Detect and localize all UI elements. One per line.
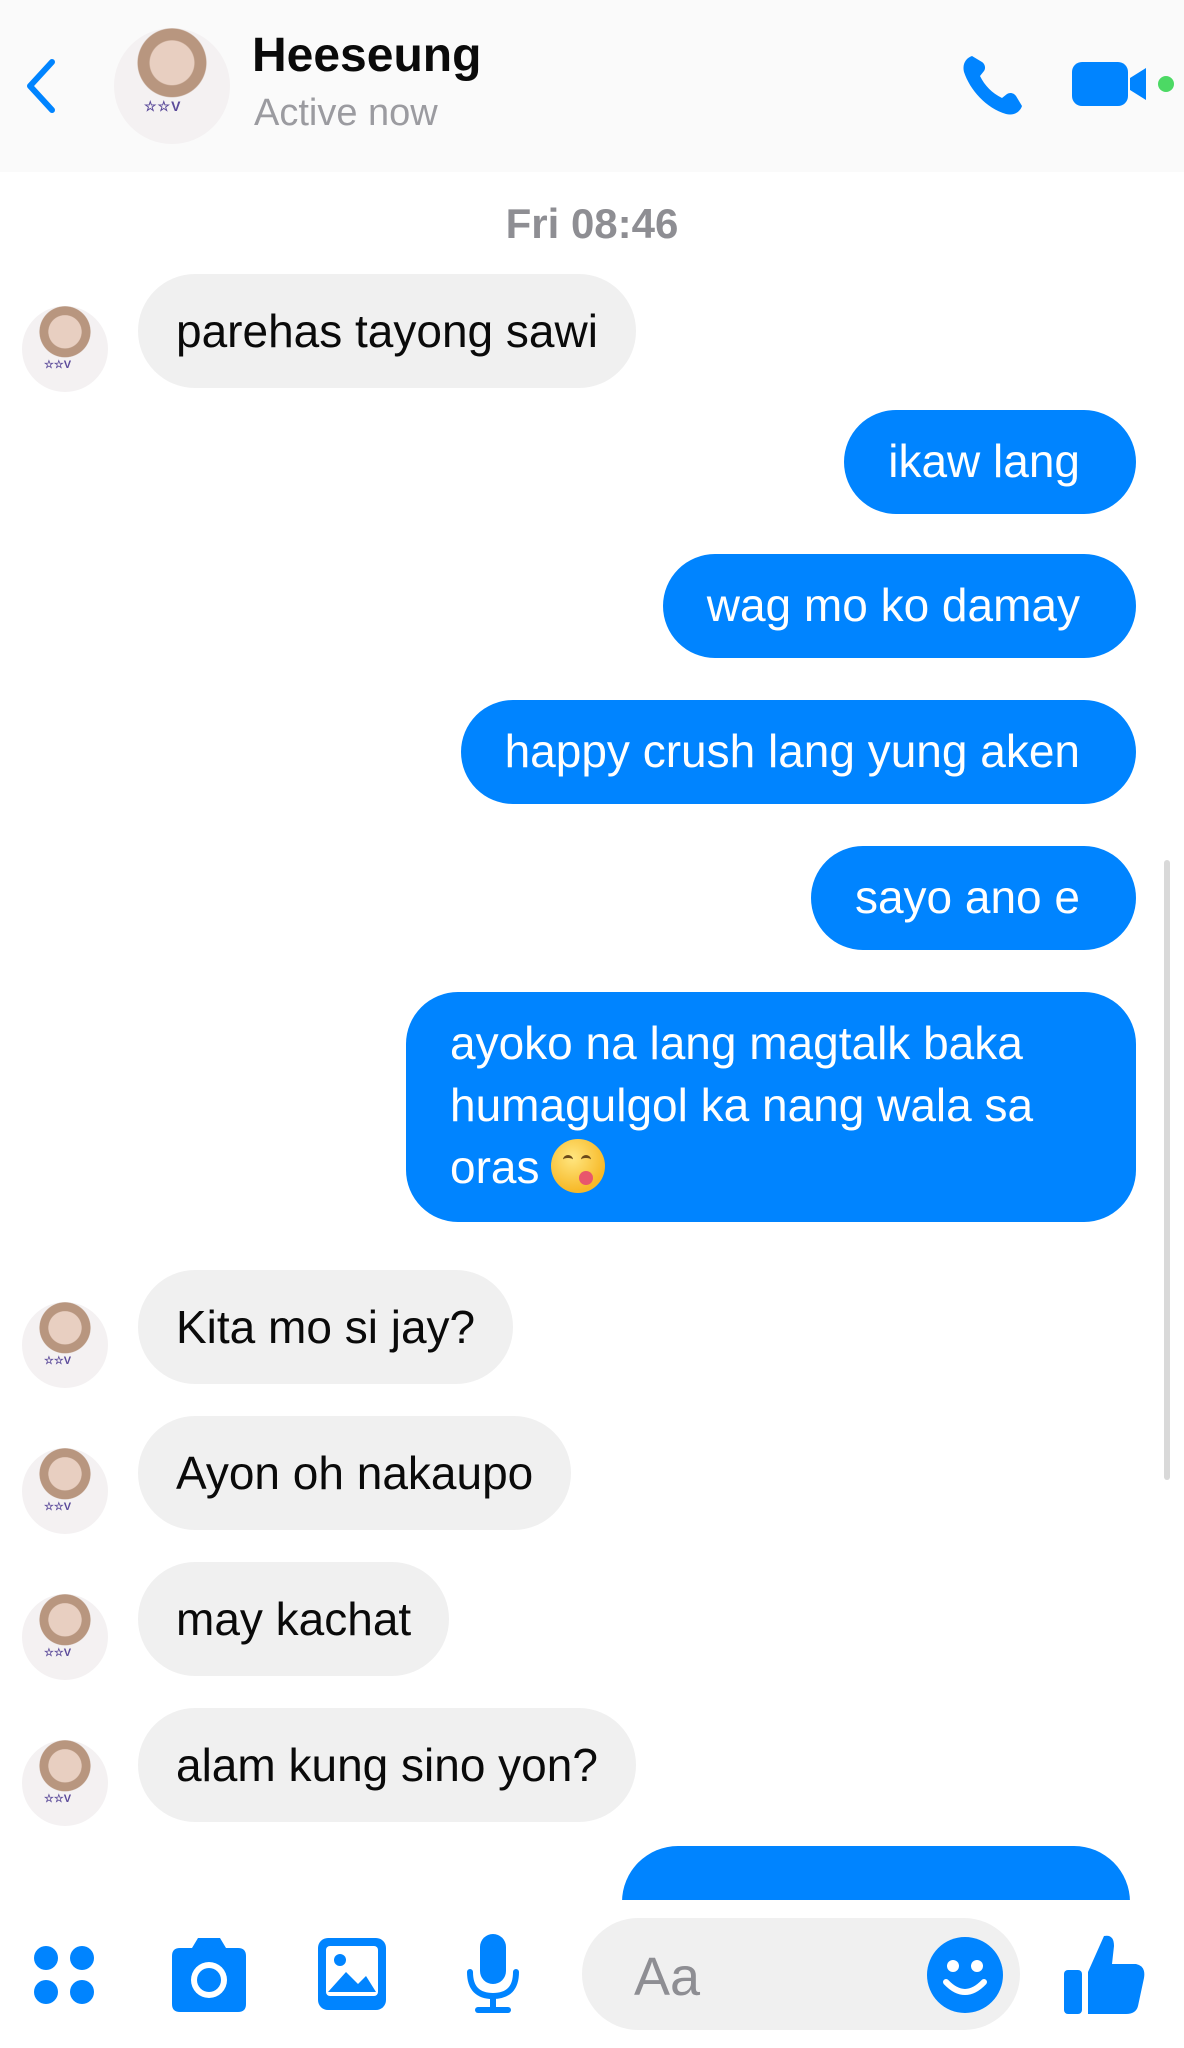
scrollbar[interactable]: [1164, 860, 1170, 1480]
incoming-message[interactable]: Kita mo si jay?: [138, 1270, 514, 1384]
sender-avatar[interactable]: ☆☆V: [22, 1302, 108, 1388]
smiley-icon[interactable]: [924, 1934, 1006, 2016]
sender-avatar[interactable]: ☆☆V: [22, 1594, 108, 1680]
four-dots-icon[interactable]: [30, 1928, 102, 2018]
message-input-placeholder: Aa: [634, 1947, 701, 2007]
outgoing-message[interactable]: happy crush lang yung aken: [460, 700, 1136, 804]
face-savoring-food-emoji: [551, 1139, 606, 1193]
message-composer: Aa: [0, 1900, 1184, 2048]
phone-icon[interactable]: [958, 50, 1028, 120]
contact-avatar[interactable]: ☆☆V: [114, 28, 230, 144]
contact-name[interactable]: Heeseung: [252, 28, 481, 83]
microphone-icon[interactable]: [458, 1928, 528, 2018]
incoming-message[interactable]: Ayon oh nakaupo: [138, 1416, 572, 1530]
sender-avatar[interactable]: ☆☆V: [22, 1740, 108, 1826]
incoming-message[interactable]: alam kung sino yon?: [138, 1708, 636, 1822]
outgoing-message[interactable]: ayoko na lang magtalk baka humagulgol ka…: [406, 992, 1136, 1222]
chevron-left-icon[interactable]: [22, 56, 62, 116]
sender-avatar[interactable]: ☆☆V: [22, 306, 108, 392]
message-input[interactable]: Aa: [582, 1918, 1020, 2030]
contact-status: Active now: [254, 92, 438, 134]
outgoing-message[interactable]: sayo ano e: [810, 846, 1136, 950]
video-camera-icon[interactable]: [1070, 54, 1180, 114]
outgoing-message[interactable]: ikaw lang: [844, 410, 1136, 514]
incoming-message[interactable]: may kachat: [138, 1562, 450, 1676]
chat-header: ☆☆V Heeseung Active now: [0, 0, 1184, 172]
message-timestamp: Fri 08:46: [505, 200, 679, 247]
incoming-message[interactable]: parehas tayong sawi: [138, 274, 636, 388]
outgoing-message[interactable]: wag mo ko damay: [662, 554, 1136, 658]
camera-icon[interactable]: [166, 1928, 252, 2018]
thumbs-up-icon[interactable]: [1062, 1928, 1148, 2018]
image-icon[interactable]: [314, 1928, 390, 2018]
outgoing-message-text: ayoko na lang magtalk baka humagulgol ka…: [450, 1017, 1034, 1193]
sender-avatar[interactable]: ☆☆V: [22, 1448, 108, 1534]
